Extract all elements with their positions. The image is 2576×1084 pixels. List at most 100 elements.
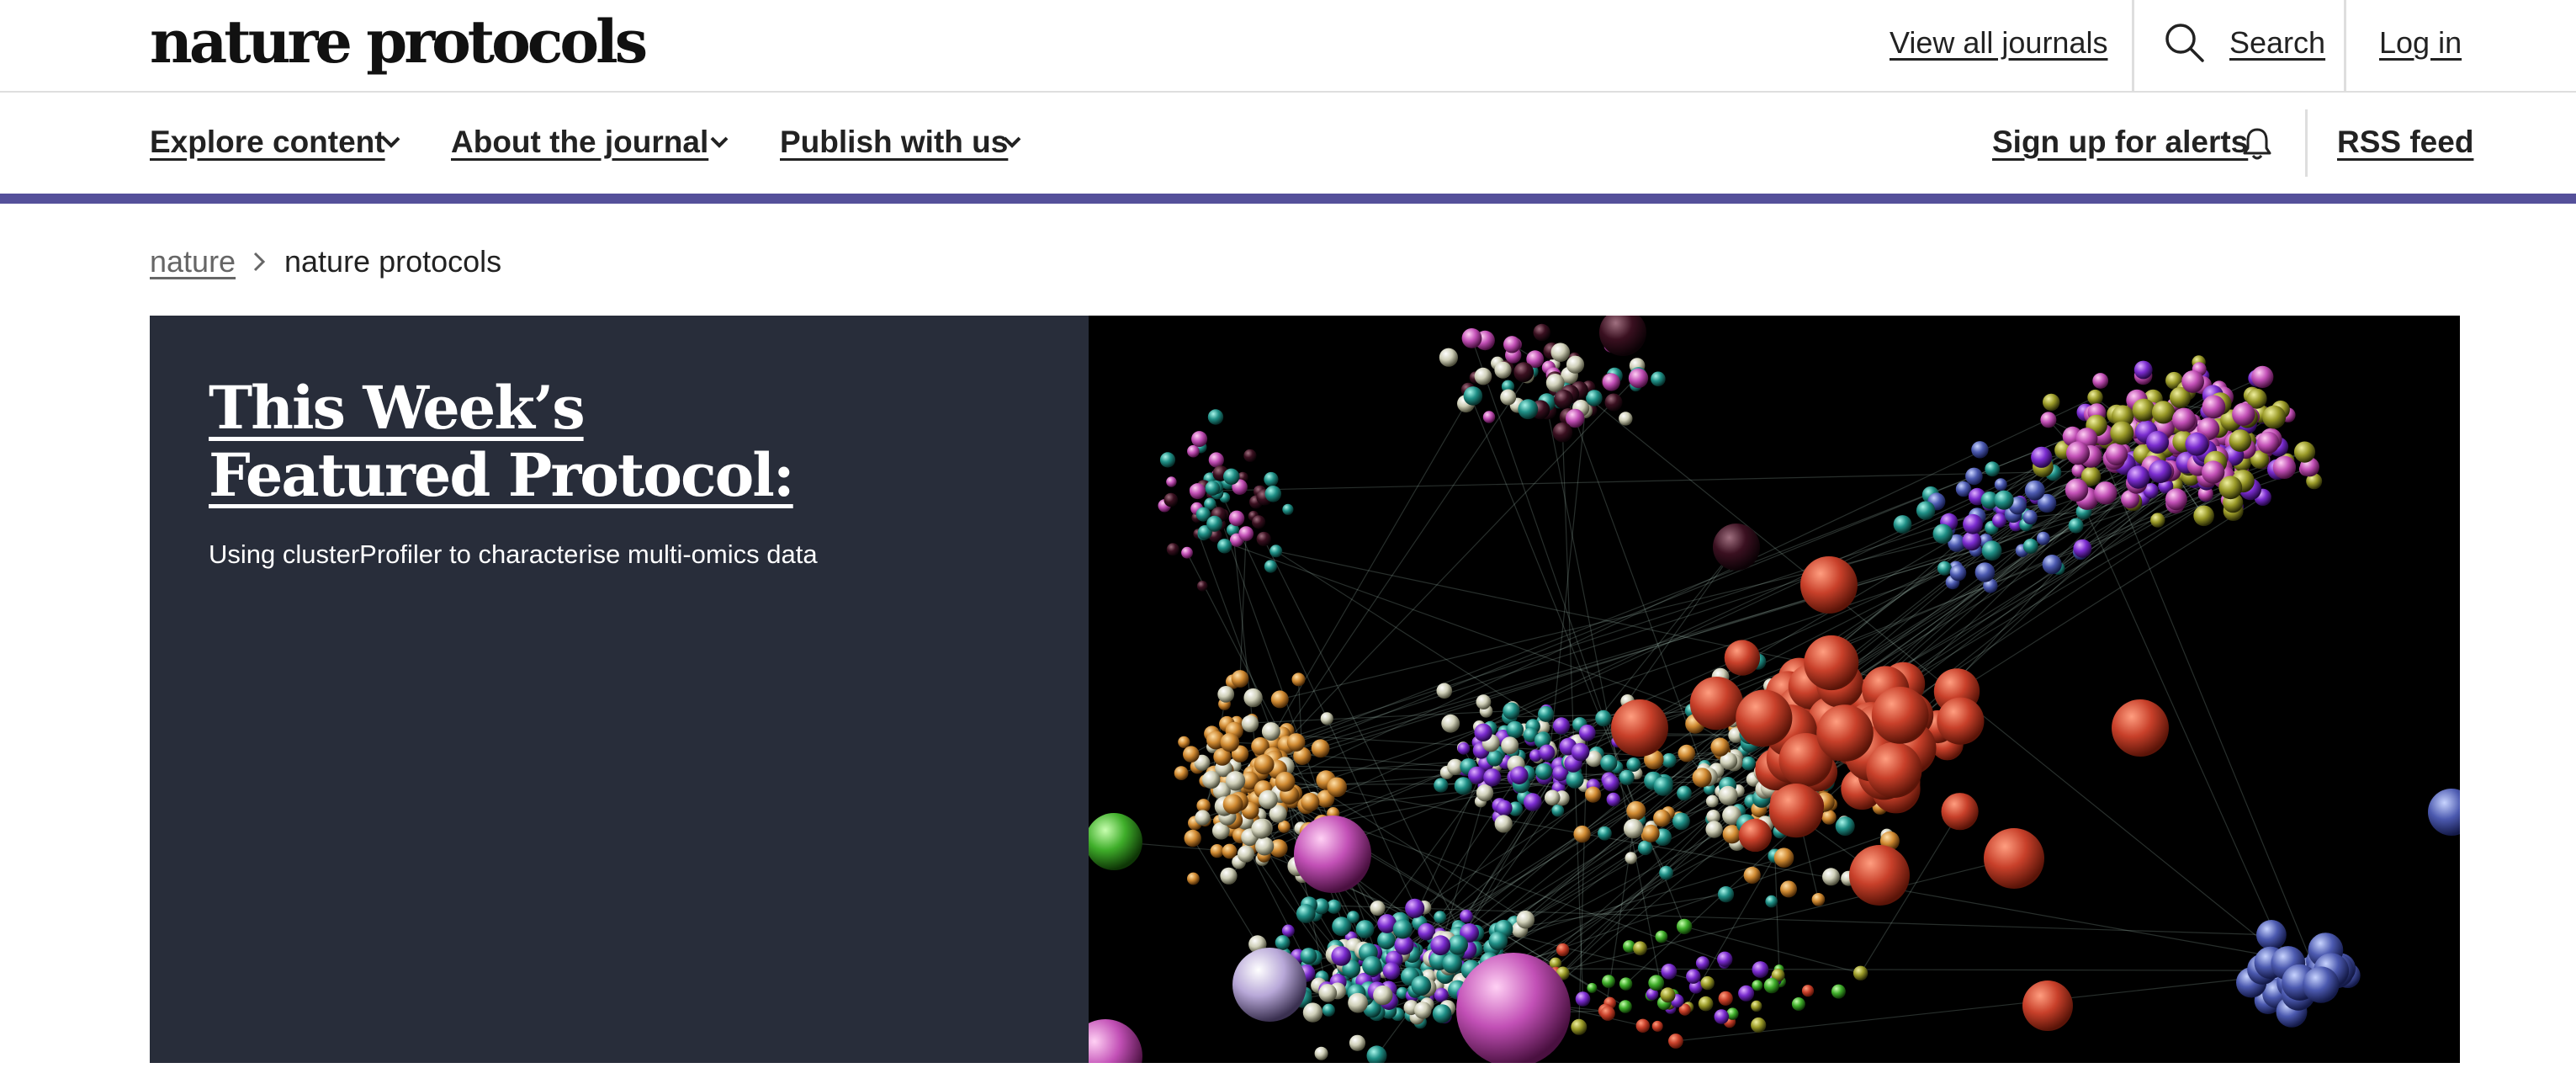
network-node [1800, 556, 1858, 614]
network-node [2303, 966, 2340, 1003]
network-node [1714, 1009, 1730, 1024]
network-node [1672, 812, 1690, 831]
network-node [1713, 523, 1760, 571]
network-node [1457, 742, 1471, 755]
network-node [1791, 997, 1805, 1011]
network-node [1225, 771, 1246, 791]
network-node [1436, 683, 1453, 699]
search-icon[interactable] [2164, 22, 2206, 64]
network-node [2094, 481, 2118, 505]
network-node [1932, 523, 1953, 545]
network-node [1852, 965, 1868, 980]
network-node [1503, 702, 1520, 720]
network-node [1992, 513, 2007, 528]
network-node [1743, 866, 1761, 884]
network-node [1331, 946, 1351, 966]
chevron-right-icon [253, 252, 266, 272]
sign-up-alerts-link[interactable]: Sign up for alerts [1992, 121, 2248, 163]
rss-feed-link[interactable]: RSS feed [2337, 121, 2473, 163]
network-node [2036, 531, 2050, 545]
chevron-down-icon[interactable] [1001, 134, 1023, 151]
network-node [1510, 766, 1529, 784]
network-node [2040, 412, 2057, 428]
view-all-journals-link[interactable]: View all journals [1890, 22, 2107, 64]
network-node [1370, 901, 1386, 917]
network-node [1411, 975, 1432, 996]
network-node [1355, 920, 1375, 938]
nav-about-journal[interactable]: About the journal [451, 121, 708, 163]
nav-explore-content[interactable]: Explore content [150, 121, 385, 163]
network-node [1686, 969, 1701, 984]
network-node [1286, 733, 1306, 752]
bell-icon[interactable] [2241, 126, 2273, 162]
network-node [1448, 934, 1468, 955]
network-node [1625, 852, 1637, 864]
network-node [1550, 343, 1571, 362]
network-node [1454, 777, 1472, 795]
network-node [1456, 953, 1571, 1063]
network-node [1641, 824, 1660, 842]
network-node [1191, 431, 1208, 448]
network-node [1700, 975, 1715, 991]
network-node [1533, 323, 1550, 342]
network-node [1849, 845, 1910, 906]
network-node [1628, 368, 1649, 389]
network-node [1648, 975, 1665, 991]
network-node [1633, 941, 1647, 956]
network-node [2022, 509, 2038, 525]
network-node [1089, 813, 1142, 870]
network-node [1585, 786, 1602, 803]
network-node [1166, 543, 1179, 556]
login-link[interactable]: Log in [2379, 22, 2462, 64]
network-node [2272, 455, 2297, 479]
network-node [1586, 390, 1603, 406]
network-node [1089, 1019, 1142, 1063]
network-node [1595, 709, 1612, 727]
chevron-down-icon[interactable] [708, 134, 730, 151]
featured-protocol-image[interactable] [1089, 316, 2460, 1063]
network-node [1327, 777, 1347, 798]
network-node [1971, 441, 1989, 459]
chevron-down-icon[interactable] [380, 134, 402, 151]
network-node [1539, 744, 1556, 761]
network-node [1626, 800, 1646, 821]
featured-protocol-title[interactable]: This Week’s Featured Protocol: [209, 375, 848, 509]
network-node [1619, 412, 1633, 426]
network-node [1717, 951, 1733, 967]
network-node [1488, 931, 1508, 951]
network-node [1349, 1034, 1366, 1051]
journal-logo[interactable]: nature protocols [150, 8, 648, 76]
network-node [1668, 1034, 1683, 1049]
network-node [1619, 1000, 1632, 1013]
network-node [1598, 826, 1612, 841]
network-node [1516, 910, 1535, 929]
search-link[interactable]: Search [2229, 22, 2325, 64]
nav-publish-with-us[interactable]: Publish with us [780, 121, 1008, 163]
network-edge [1264, 376, 1638, 765]
network-node [1362, 955, 1382, 976]
breadcrumb-nature-link[interactable]: nature [150, 241, 236, 283]
network-node [1571, 1018, 1587, 1035]
network-node [2092, 373, 2109, 389]
network-node [1243, 688, 1263, 708]
network-node [2218, 476, 2243, 500]
network-node [1174, 766, 1189, 780]
network-node [1264, 560, 1277, 573]
network-node [1538, 705, 1554, 722]
network-node [1602, 975, 1615, 988]
network-node [1187, 444, 1200, 458]
network-node [1653, 776, 1673, 796]
network-node [1506, 720, 1524, 739]
network-node [2022, 539, 2038, 554]
network-node [1237, 845, 1255, 863]
network-node [1243, 449, 1257, 462]
network-node [1575, 991, 1591, 1007]
network-node [1434, 778, 1449, 793]
network-node [1178, 736, 1190, 748]
network-node [1768, 784, 1824, 838]
network-node [1434, 911, 1447, 924]
network-node [1238, 526, 1254, 541]
network-node [2065, 478, 2089, 502]
network-node [2172, 407, 2196, 432]
network-node [1962, 531, 1982, 551]
